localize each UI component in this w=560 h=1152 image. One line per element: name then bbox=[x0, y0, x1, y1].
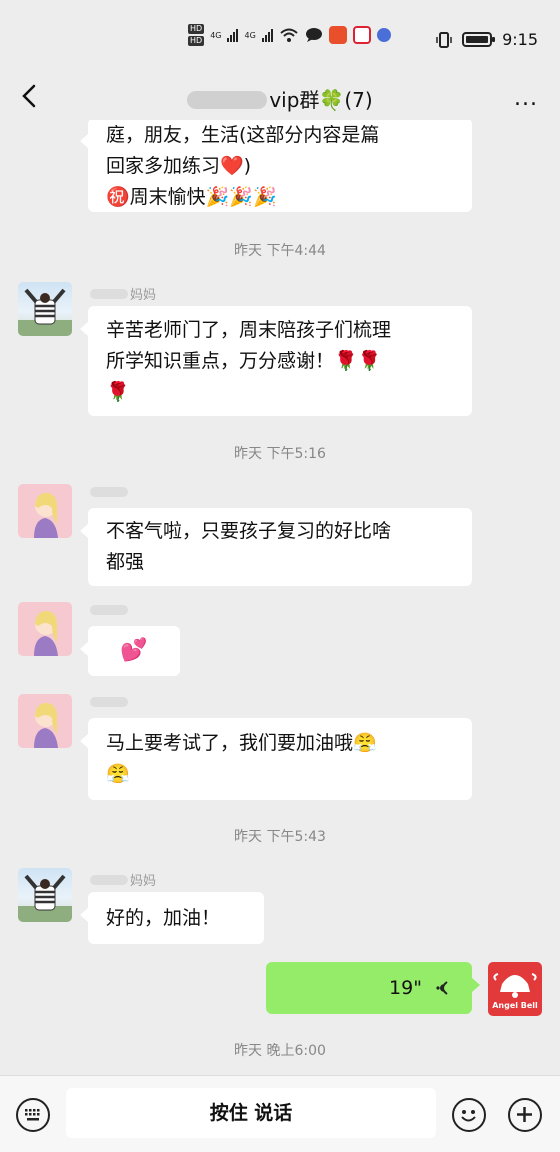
message-text: 好的，加油！ bbox=[106, 907, 221, 929]
emoji-button[interactable] bbox=[452, 1098, 486, 1132]
sender-name-text: 妈妈 bbox=[130, 874, 157, 889]
signal-icon-1 bbox=[227, 28, 239, 42]
own-avatar-label: Angel Bell bbox=[492, 1001, 538, 1010]
message-line: 庭，朋友，生活(这部分内容是篇 bbox=[106, 124, 380, 146]
timestamp: 昨天 下午4:44 bbox=[234, 243, 326, 259]
app-notification-icon bbox=[328, 26, 347, 44]
message-line: 所学知识重点，万分感谢！🌹🌹 bbox=[106, 350, 382, 372]
hd-badge-2: HD bbox=[188, 36, 205, 46]
keyboard-icon bbox=[25, 1109, 40, 1121]
sender-name bbox=[90, 696, 130, 711]
redacted-name bbox=[90, 487, 128, 497]
avatar-girl-image bbox=[34, 610, 58, 656]
timestamp: 昨天 下午5:16 bbox=[234, 446, 326, 462]
voice-message-bubble[interactable]: 19" bbox=[266, 962, 480, 1014]
message-line: 辛苦老师门了，周末陪孩子们梳理 bbox=[106, 319, 392, 341]
redacted-name bbox=[90, 605, 128, 615]
plus-icon bbox=[517, 1107, 532, 1122]
timestamp: 昨天 下午5:43 bbox=[234, 829, 326, 845]
vibrate-icon bbox=[436, 31, 452, 48]
avatar[interactable] bbox=[18, 484, 72, 538]
own-avatar[interactable]: Angel Bell bbox=[488, 962, 542, 1016]
sender-name-text: 妈妈 bbox=[130, 288, 157, 303]
timestamp: 昨天 晚上6:00 bbox=[234, 1043, 326, 1059]
message-bubble[interactable]: 庭，朋友，生活(这部分内容是篇 回家多加练习❤️) ㊗️周末愉快🎉🎉🎉 bbox=[80, 120, 472, 212]
message-bubble[interactable]: 马上要考试了，我们要加油哦😤 😤 bbox=[80, 718, 472, 800]
sender-name bbox=[90, 604, 130, 619]
chat-title: vip群🍀(7) bbox=[0, 84, 560, 113]
voice-duration: 19" bbox=[389, 977, 422, 999]
chat-header: vip群🍀(7) ... bbox=[0, 72, 560, 120]
status-icons-right: 9:15 bbox=[436, 30, 538, 49]
input-bar: 按住 说话 bbox=[0, 1075, 560, 1152]
sender-name: 妈妈 bbox=[90, 870, 156, 889]
message-line: 不客气啦，只要孩子复习的好比啥 bbox=[106, 520, 392, 542]
app-notification-icon-3 bbox=[376, 28, 391, 42]
message-bubble[interactable]: 好的，加油！ bbox=[80, 892, 264, 944]
redacted-name bbox=[90, 289, 128, 299]
more-actions-button[interactable] bbox=[508, 1098, 542, 1132]
redacted-name bbox=[187, 91, 268, 109]
message-line: 🌹 bbox=[106, 381, 130, 403]
avatar[interactable] bbox=[18, 602, 72, 656]
message-line: 回家多加练习❤️) bbox=[106, 155, 252, 177]
hold-to-talk-button[interactable]: 按住 说话 bbox=[66, 1088, 436, 1138]
avatar-child-image bbox=[18, 288, 72, 336]
more-options-icon[interactable]: ... bbox=[514, 86, 538, 111]
hd-indicator: HD HD bbox=[188, 24, 205, 46]
sender-name bbox=[90, 486, 130, 501]
status-bar: HD HD 4G 4G 9:15 bbox=[0, 0, 560, 80]
app-notification-icon-2 bbox=[352, 26, 371, 44]
wifi-icon bbox=[280, 28, 298, 42]
message-bubble[interactable]: 💕 bbox=[80, 626, 180, 676]
message-line: 😤 bbox=[106, 763, 130, 785]
avatar[interactable] bbox=[18, 868, 72, 922]
network-label-2: 4G bbox=[244, 30, 256, 40]
message-line: 都强 bbox=[106, 551, 145, 573]
redacted-name bbox=[90, 697, 128, 707]
battery-icon bbox=[462, 32, 496, 47]
network-label-1: 4G bbox=[210, 30, 222, 40]
hd-badge-1: HD bbox=[188, 24, 205, 34]
message-bubble[interactable]: 不客气啦，只要孩子复习的好比啥 都强 bbox=[80, 508, 472, 586]
signal-icon-2 bbox=[261, 28, 273, 42]
message-line: 马上要考试了，我们要加油哦😤 bbox=[106, 732, 377, 754]
avatar[interactable] bbox=[18, 694, 72, 748]
hearts-emoji: 💕 bbox=[120, 638, 148, 663]
chat-messages: 庭，朋友，生活(这部分内容是篇 回家多加练习❤️) ㊗️周末愉快🎉🎉🎉 昨天 下… bbox=[0, 120, 560, 1075]
message-bubble[interactable]: 辛苦老师门了，周末陪孩子们梳理 所学知识重点，万分感谢！🌹🌹 🌹 bbox=[80, 306, 472, 416]
redacted-name bbox=[90, 875, 128, 885]
smiley-icon bbox=[461, 1110, 476, 1122]
message-line: ㊗️周末愉快🎉🎉🎉 bbox=[106, 186, 277, 208]
avatar-girl-image bbox=[34, 702, 58, 748]
clock: 9:15 bbox=[502, 30, 538, 49]
avatar-girl-image bbox=[34, 492, 58, 538]
chat-title-text: vip群🍀(7) bbox=[269, 88, 373, 112]
voice-wave-icon bbox=[436, 981, 448, 995]
message-bubble-icon bbox=[305, 28, 322, 42]
avatar-child-image bbox=[18, 874, 72, 922]
sender-name: 妈妈 bbox=[90, 284, 156, 303]
keyboard-toggle-icon[interactable] bbox=[16, 1098, 50, 1132]
status-icons-left: HD HD 4G 4G bbox=[188, 24, 391, 46]
avatar[interactable] bbox=[18, 282, 72, 336]
